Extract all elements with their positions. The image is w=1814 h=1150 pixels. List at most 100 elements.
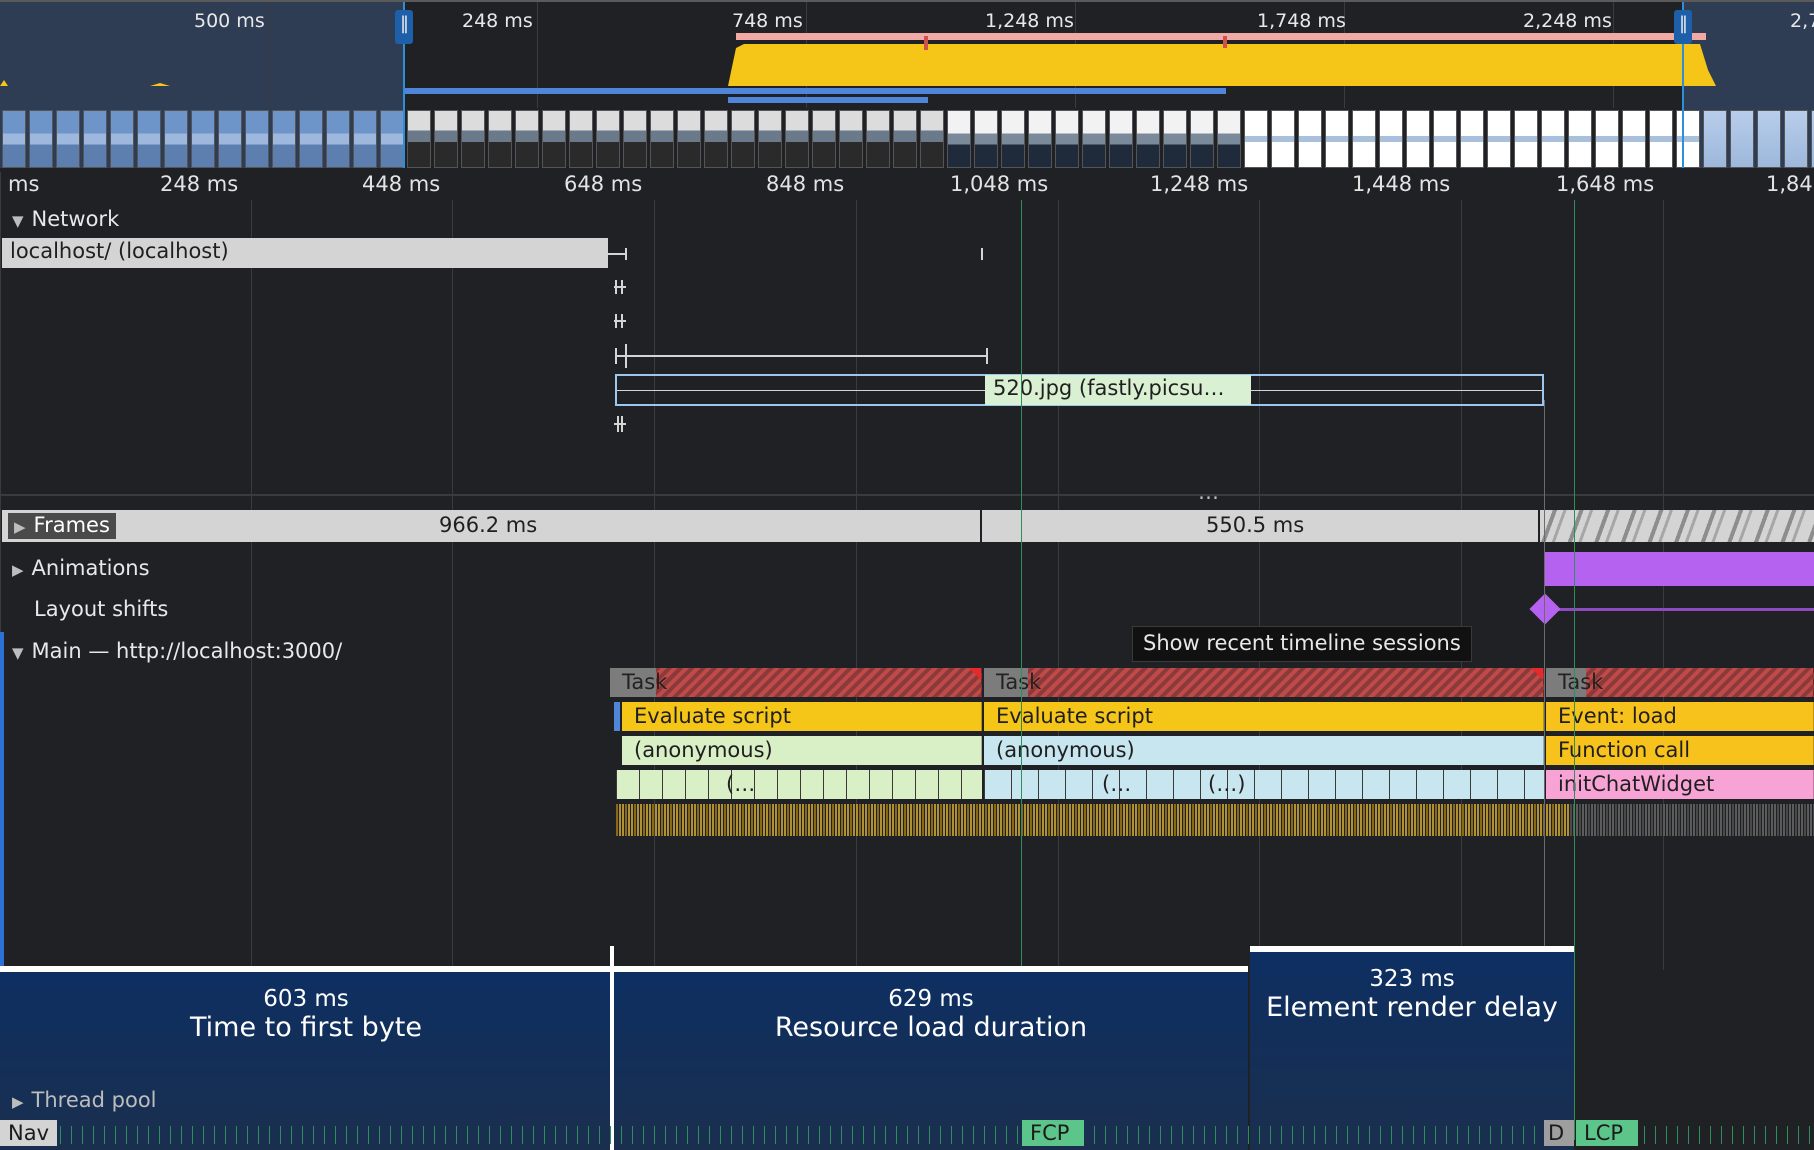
filmstrip-frame[interactable] xyxy=(164,110,188,168)
filmstrip-frame[interactable] xyxy=(1325,110,1349,168)
filmstrip-frame[interactable] xyxy=(785,110,809,168)
filmstrip-frame[interactable] xyxy=(623,110,647,168)
filmstrip-frame[interactable] xyxy=(1352,110,1376,168)
lcp-marker[interactable]: LCP xyxy=(1576,1120,1638,1146)
filmstrip-frame[interactable] xyxy=(1028,110,1052,168)
filmstrip[interactable] xyxy=(0,110,1814,170)
filmstrip-frame[interactable] xyxy=(569,110,593,168)
filmstrip-frame[interactable] xyxy=(461,110,485,168)
filmstrip-frame[interactable] xyxy=(1703,110,1727,168)
timeline-overview[interactable]: 500 ms 248 ms 748 ms 1,248 ms 1,748 ms 2… xyxy=(0,0,1814,172)
filmstrip-frame[interactable] xyxy=(1001,110,1025,168)
filmstrip-frame[interactable] xyxy=(1244,110,1268,168)
network-request-image[interactable]: 520.jpg (fastly.picsu… xyxy=(615,374,1544,406)
filmstrip-frame[interactable] xyxy=(839,110,863,168)
filmstrip-frame[interactable] xyxy=(1460,110,1484,168)
task-bar[interactable]: Task xyxy=(610,668,982,697)
layout-shift-diamond-icon[interactable] xyxy=(1529,593,1561,625)
filmstrip-frame[interactable] xyxy=(1649,110,1673,168)
filmstrip-frame[interactable] xyxy=(191,110,215,168)
filmstrip-frame[interactable] xyxy=(920,110,944,168)
filmstrip-frame[interactable] xyxy=(1163,110,1187,168)
filmstrip-frame[interactable] xyxy=(758,110,782,168)
filmstrip-frame[interactable] xyxy=(1136,110,1160,168)
filmstrip-frame[interactable] xyxy=(974,110,998,168)
frame-bar[interactable]: 966.2 ms xyxy=(2,510,980,542)
filmstrip-frame[interactable] xyxy=(1541,110,1565,168)
evaluate-script-bar[interactable]: Evaluate script xyxy=(984,702,1544,731)
filmstrip-frame[interactable] xyxy=(218,110,242,168)
call-stack-row[interactable] xyxy=(984,770,1544,799)
filmstrip-frame[interactable] xyxy=(1568,110,1592,168)
filmstrip-frame[interactable] xyxy=(1271,110,1295,168)
filmstrip-frame[interactable] xyxy=(515,110,539,168)
filmstrip-frame[interactable] xyxy=(1622,110,1646,168)
task-bar[interactable]: Task xyxy=(984,668,1544,697)
time-ruler[interactable]: ms 248 ms 448 ms 648 ms 848 ms 1,048 ms … xyxy=(0,172,1814,202)
filmstrip-frame[interactable] xyxy=(83,110,107,168)
filmstrip-frame[interactable] xyxy=(2,110,26,168)
filmstrip-frame[interactable] xyxy=(1730,110,1754,168)
evaluate-script-bar[interactable]: Evaluate script xyxy=(622,702,982,731)
filmstrip-frame[interactable] xyxy=(1055,110,1079,168)
animation-bar[interactable] xyxy=(1544,552,1814,586)
filmstrip-frame[interactable] xyxy=(29,110,53,168)
filmstrip-frame[interactable] xyxy=(137,110,161,168)
filmstrip-frame[interactable] xyxy=(245,110,269,168)
init-chat-widget-bar[interactable]: initChatWidget xyxy=(1546,770,1814,799)
filmstrip-frame[interactable] xyxy=(353,110,377,168)
animations-track-header[interactable]: ▶ Animations xyxy=(12,556,150,580)
filmstrip-frame[interactable] xyxy=(1784,110,1808,168)
filmstrip-frame[interactable] xyxy=(56,110,80,168)
filmstrip-frame[interactable] xyxy=(1379,110,1403,168)
selection-right-handle[interactable]: ‖ xyxy=(1674,10,1692,44)
dense-call-frames[interactable] xyxy=(616,804,1814,836)
filmstrip-frame[interactable] xyxy=(1406,110,1430,168)
event-load-bar[interactable]: Event: load xyxy=(1546,702,1814,731)
filmstrip-frame[interactable] xyxy=(1190,110,1214,168)
main-track-header[interactable]: ▼ Main — http://localhost:3000/ xyxy=(12,639,342,663)
filmstrip-frame[interactable] xyxy=(1487,110,1511,168)
filmstrip-frame[interactable] xyxy=(110,110,134,168)
filmstrip-frame[interactable] xyxy=(1433,110,1457,168)
fcp-marker[interactable]: FCP xyxy=(1022,1120,1084,1146)
filmstrip-frame[interactable] xyxy=(542,110,566,168)
filmstrip-frame[interactable] xyxy=(1757,110,1781,168)
filmstrip-frame[interactable] xyxy=(326,110,350,168)
filmstrip-frame[interactable] xyxy=(272,110,296,168)
filmstrip-frame[interactable] xyxy=(704,110,728,168)
frame-bar[interactable]: 550.5 ms xyxy=(982,510,1538,542)
filmstrip-frame[interactable] xyxy=(893,110,917,168)
function-call-bar[interactable]: Function call xyxy=(1546,736,1814,765)
filmstrip-frame[interactable] xyxy=(380,110,404,168)
filmstrip-frame[interactable] xyxy=(947,110,971,168)
network-request-document[interactable]: localhost/ (localhost) xyxy=(2,238,608,268)
frames-track-header[interactable]: ▶ Frames xyxy=(8,513,116,539)
frame-bars-short[interactable] xyxy=(1540,510,1814,542)
thread-pool-track-header[interactable]: ▶ Thread pool xyxy=(12,1088,157,1112)
filmstrip-frame[interactable] xyxy=(1109,110,1133,168)
filmstrip-frame[interactable] xyxy=(812,110,836,168)
selection-left-handle[interactable]: ‖ xyxy=(395,10,413,44)
anonymous-function-bar[interactable]: (anonymous) xyxy=(622,736,982,765)
call-stack-row[interactable] xyxy=(616,770,982,799)
filmstrip-frame[interactable] xyxy=(1082,110,1106,168)
filmstrip-frame[interactable] xyxy=(1514,110,1538,168)
filmstrip-frame[interactable] xyxy=(731,110,755,168)
anonymous-function-bar[interactable]: (anonymous) xyxy=(984,736,1544,765)
filmstrip-frame[interactable] xyxy=(1298,110,1322,168)
nav-marker[interactable]: Nav xyxy=(0,1120,58,1146)
more-rows-indicator[interactable]: … xyxy=(1198,480,1219,504)
filmstrip-frame[interactable] xyxy=(650,110,674,168)
filmstrip-frame[interactable] xyxy=(1676,110,1700,168)
network-track-header[interactable]: ▼ Network xyxy=(12,207,119,231)
filmstrip-frame[interactable] xyxy=(434,110,458,168)
parse-html-bar[interactable] xyxy=(614,702,620,731)
filmstrip-frame[interactable] xyxy=(677,110,701,168)
filmstrip-frame[interactable] xyxy=(488,110,512,168)
dcl-marker[interactable]: D xyxy=(1544,1120,1574,1146)
filmstrip-frame[interactable] xyxy=(407,110,431,168)
filmstrip-frame[interactable] xyxy=(866,110,890,168)
filmstrip-frame[interactable] xyxy=(1217,110,1241,168)
filmstrip-frame[interactable] xyxy=(299,110,323,168)
